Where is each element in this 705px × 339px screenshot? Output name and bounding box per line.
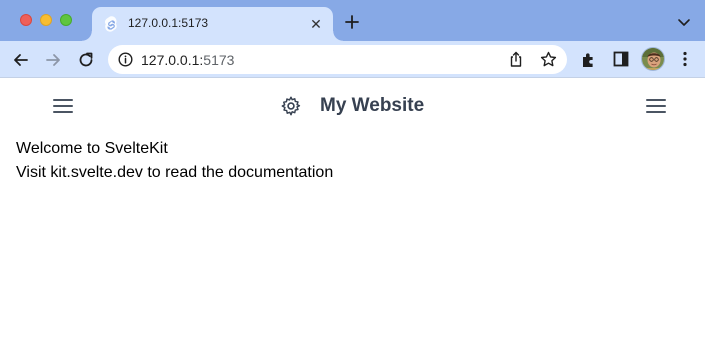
reload-button[interactable]	[76, 50, 96, 70]
browser-tab[interactable]: 127.0.0.1:5173 ✕	[82, 7, 343, 41]
gear-icon[interactable]	[280, 95, 302, 117]
extensions-icon[interactable]	[580, 51, 598, 69]
documentation-text: Visit kit.svelte.dev to read the documen…	[16, 164, 334, 181]
url-text[interactable]: 127.0.0.1:5173	[141, 52, 234, 68]
back-button[interactable]	[11, 50, 31, 70]
url-port: 5173	[203, 52, 235, 68]
svelte-icon	[105, 16, 117, 32]
tab-close-icon[interactable]: ✕	[307, 15, 325, 33]
tab-strip: 127.0.0.1:5173 ✕	[0, 0, 705, 41]
welcome-heading: Welcome to SvelteKit	[16, 140, 168, 157]
back-icon	[14, 54, 28, 66]
tab-title: 127.0.0.1:5173	[128, 16, 209, 30]
site-title[interactable]: My Website	[320, 95, 424, 117]
site-header: My Website	[0, 79, 705, 134]
url-host: 127.0.0.1:	[141, 52, 204, 68]
star-icon[interactable]	[540, 51, 557, 68]
web-page: My Website Welcome to SvelteKit Visit ki…	[0, 79, 705, 339]
share-icon[interactable]	[508, 51, 524, 68]
forward-icon	[46, 54, 60, 66]
window-maximize-button[interactable]	[60, 14, 72, 26]
side-panel-icon[interactable]	[613, 51, 629, 67]
browser-toolbar: 127.0.0.1:5173	[0, 41, 705, 78]
new-tab-icon[interactable]	[343, 13, 361, 31]
more-menu-icon[interactable]	[680, 51, 690, 67]
left-menu-button[interactable]	[53, 99, 73, 113]
reload-icon	[79, 52, 93, 67]
tab-search-chevron-icon[interactable]	[677, 15, 691, 29]
window-minimize-button[interactable]	[40, 14, 52, 26]
avatar[interactable]	[641, 47, 665, 71]
right-menu-button[interactable]	[646, 99, 666, 113]
main-content: Welcome to SvelteKit Visit kit.svelte.de…	[16, 137, 333, 185]
forward-button[interactable]	[43, 50, 63, 70]
window-close-button[interactable]	[20, 14, 32, 26]
address-bar[interactable]: 127.0.0.1:5173	[108, 45, 567, 74]
info-icon[interactable]	[118, 52, 133, 67]
